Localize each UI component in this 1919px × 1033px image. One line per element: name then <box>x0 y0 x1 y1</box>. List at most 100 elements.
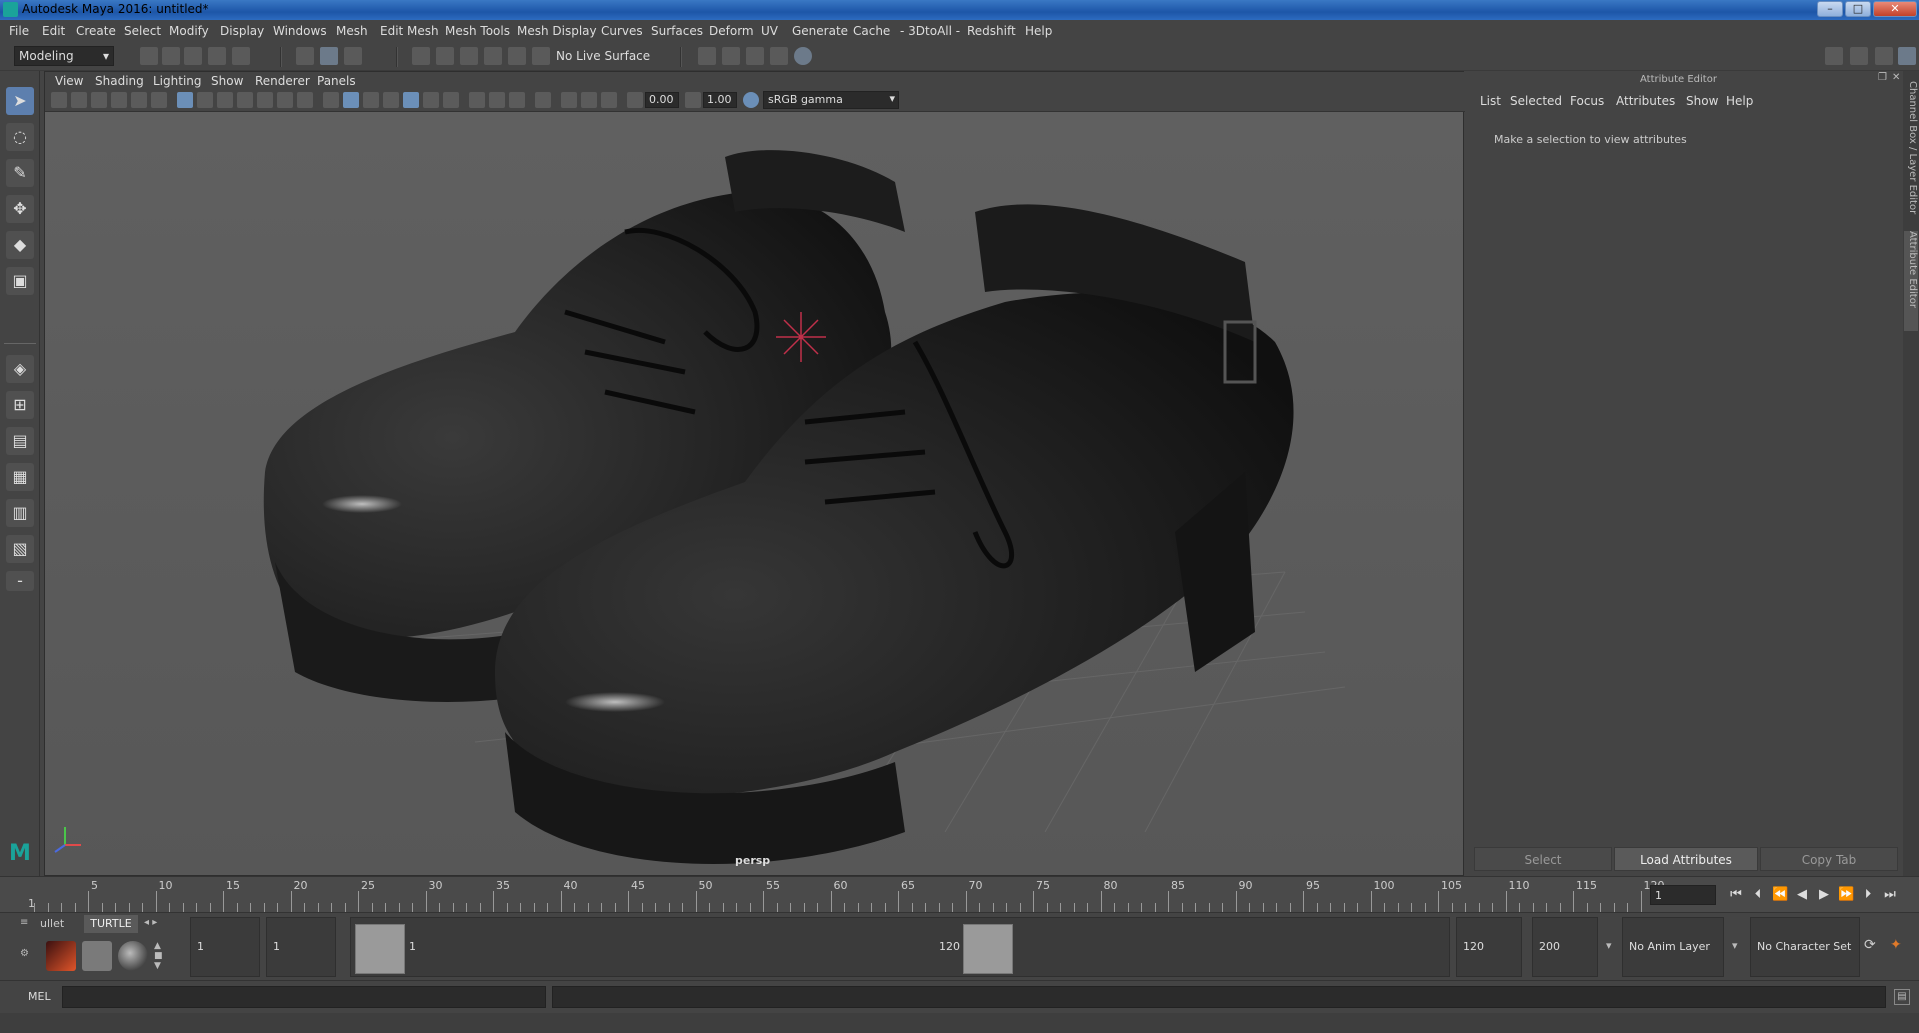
gate-mask-icon[interactable] <box>237 92 253 108</box>
menu-deform[interactable]: Deform <box>709 24 754 38</box>
close-button[interactable]: ✕ <box>1873 1 1917 17</box>
step-back-icon[interactable]: ⏴ <box>1750 887 1766 903</box>
outliner-persp-layout[interactable]: ▧ <box>6 535 34 563</box>
select-tool[interactable]: ➤ <box>6 87 34 115</box>
current-frame-field[interactable]: 1 <box>1650 885 1716 905</box>
vp-menu-renderer[interactable]: Renderer <box>255 74 310 88</box>
render-view-icon[interactable] <box>794 47 812 65</box>
smooth-shade-icon[interactable] <box>343 92 359 108</box>
snap-curve-icon[interactable] <box>436 47 454 65</box>
xray-joints-icon[interactable] <box>581 92 597 108</box>
go-to-start-icon[interactable]: ⏮ <box>1728 887 1744 903</box>
load-attributes-button[interactable]: Load Attributes <box>1614 847 1758 871</box>
vp-menu-lighting[interactable]: Lighting <box>153 74 202 88</box>
isolate-select-icon[interactable] <box>535 92 551 108</box>
paint-select-tool[interactable]: ✎ <box>6 159 34 187</box>
wireframe-icon[interactable] <box>323 92 339 108</box>
attr-menu-selected[interactable]: Selected <box>1510 94 1562 108</box>
menu-mesh[interactable]: Mesh <box>336 24 368 38</box>
chevron-down-icon[interactable]: ▾ <box>1732 939 1738 952</box>
attr-menu-show[interactable]: Show <box>1686 94 1718 108</box>
menu-help[interactable]: Help <box>1025 24 1052 38</box>
chevron-down-icon[interactable]: ▾ <box>1606 939 1612 952</box>
snap-point-icon[interactable] <box>460 47 478 65</box>
step-back-key-icon[interactable]: ⏪ <box>1772 887 1788 903</box>
float-panel-icon[interactable]: ❐ <box>1878 72 1887 83</box>
menu-mesh-tools[interactable]: Mesh Tools <box>445 24 510 38</box>
auto-key-icon[interactable]: ⟳ <box>1864 937 1876 953</box>
xray-icon[interactable] <box>561 92 577 108</box>
menu-modify[interactable]: Modify <box>169 24 209 38</box>
mode-dropdown[interactable]: Modeling ▾ <box>14 46 114 66</box>
attr-menu-attributes[interactable]: Attributes <box>1616 94 1675 108</box>
shelf-scroll-icon[interactable]: ▲ ■ ▼ <box>154 941 163 971</box>
select-by-hierarchy-icon[interactable] <box>296 47 314 65</box>
material-sphere-icon[interactable] <box>118 941 148 971</box>
menu-edit[interactable]: Edit <box>42 24 65 38</box>
snap-live-icon[interactable] <box>508 47 526 65</box>
range-slider[interactable]: 1 120 <box>350 917 1450 977</box>
xray-components-icon[interactable] <box>601 92 617 108</box>
live-surface-label[interactable]: No Live Surface <box>556 49 650 63</box>
depth-of-field-icon[interactable] <box>509 92 525 108</box>
ipr-render-icon[interactable] <box>722 47 740 65</box>
wireframe-on-shaded-icon[interactable] <box>363 92 379 108</box>
menu-edit-mesh[interactable]: Edit Mesh <box>380 24 439 38</box>
outliner-icon[interactable] <box>1875 47 1893 65</box>
playback-start-field[interactable]: 1 <box>266 917 336 977</box>
workspace-icon[interactable] <box>1825 47 1843 65</box>
tab-channel-box[interactable]: Channel Box / Layer Editor <box>1904 81 1918 231</box>
new-scene-icon[interactable] <box>140 47 158 65</box>
menu-redshift[interactable]: Redshift <box>967 24 1016 38</box>
attr-select-button[interactable]: Select <box>1474 847 1612 871</box>
menu-curves[interactable]: Curves <box>601 24 643 38</box>
color-space-dropdown[interactable]: sRGB gamma ▾ <box>763 91 899 109</box>
safe-action-icon[interactable] <box>277 92 293 108</box>
vp-menu-show[interactable]: Show <box>211 74 243 88</box>
bookmark-icon[interactable] <box>91 92 107 108</box>
ambient-occlusion-icon[interactable] <box>443 92 459 108</box>
grease-pencil-icon[interactable] <box>151 92 167 108</box>
snap-grid-icon[interactable] <box>412 47 430 65</box>
resolution-gate-icon[interactable] <box>217 92 233 108</box>
textured-icon[interactable] <box>383 92 399 108</box>
character-set-dropdown[interactable]: No Character Set <box>1750 917 1860 977</box>
command-input[interactable] <box>62 986 546 1008</box>
select-by-component-icon[interactable] <box>344 47 362 65</box>
lasso-tool[interactable]: ◌ <box>6 123 34 151</box>
shelf-menu-icon[interactable]: ≡ <box>20 917 36 928</box>
safe-title-icon[interactable] <box>297 92 313 108</box>
time-ruler[interactable]: 1 5 10 15 20 25 30 35 40 45 50 55 60 65 70 75 80 85 90 95 1… <box>28 877 1665 913</box>
four-view-layout[interactable]: ⊞ <box>6 391 34 419</box>
copy-tab-button[interactable]: Copy Tab <box>1760 847 1898 871</box>
step-forward-icon[interactable]: ⏵ <box>1860 887 1876 903</box>
menu-cache[interactable]: Cache <box>853 24 890 38</box>
field-chart-icon[interactable] <box>257 92 273 108</box>
scale-tool[interactable]: ▣ <box>6 267 34 295</box>
open-scene-icon[interactable] <box>162 47 180 65</box>
script-language-label[interactable]: MEL <box>28 990 51 1003</box>
attr-menu-focus[interactable]: Focus <box>1570 94 1604 108</box>
film-gate-icon[interactable] <box>197 92 213 108</box>
range-end-handle[interactable] <box>963 924 1013 974</box>
attr-menu-list[interactable]: List <box>1480 94 1501 108</box>
shelf-tab-scroll-icon[interactable]: ◂ ▸ <box>144 917 157 928</box>
redo-icon[interactable] <box>232 47 250 65</box>
anti-aliasing-icon[interactable] <box>489 92 505 108</box>
shelf-tab-bullet[interactable]: ullet <box>40 917 64 930</box>
undo-icon[interactable] <box>208 47 226 65</box>
persp-graph-layout[interactable]: ▦ <box>6 463 34 491</box>
menu-uv[interactable]: UV <box>761 24 778 38</box>
minimize-button[interactable]: – <box>1817 1 1843 17</box>
script-editor-icon[interactable]: ▤ <box>1894 989 1910 1005</box>
shelf-tab-turtle[interactable]: TURTLE <box>84 915 138 933</box>
grid-icon[interactable] <box>177 92 193 108</box>
move-tool[interactable]: ✥ <box>6 195 34 223</box>
menu-3dtoall[interactable]: - 3DtoAll - <box>900 24 960 38</box>
animation-prefs-icon[interactable]: ✦ <box>1890 937 1902 953</box>
close-panel-icon[interactable]: ✕ <box>1892 72 1900 83</box>
render-settings-icon[interactable] <box>746 47 764 65</box>
menu-create[interactable]: Create <box>76 24 116 38</box>
play-forward-icon[interactable]: ▶ <box>1816 887 1832 903</box>
vp-menu-panels[interactable]: Panels <box>317 74 356 88</box>
